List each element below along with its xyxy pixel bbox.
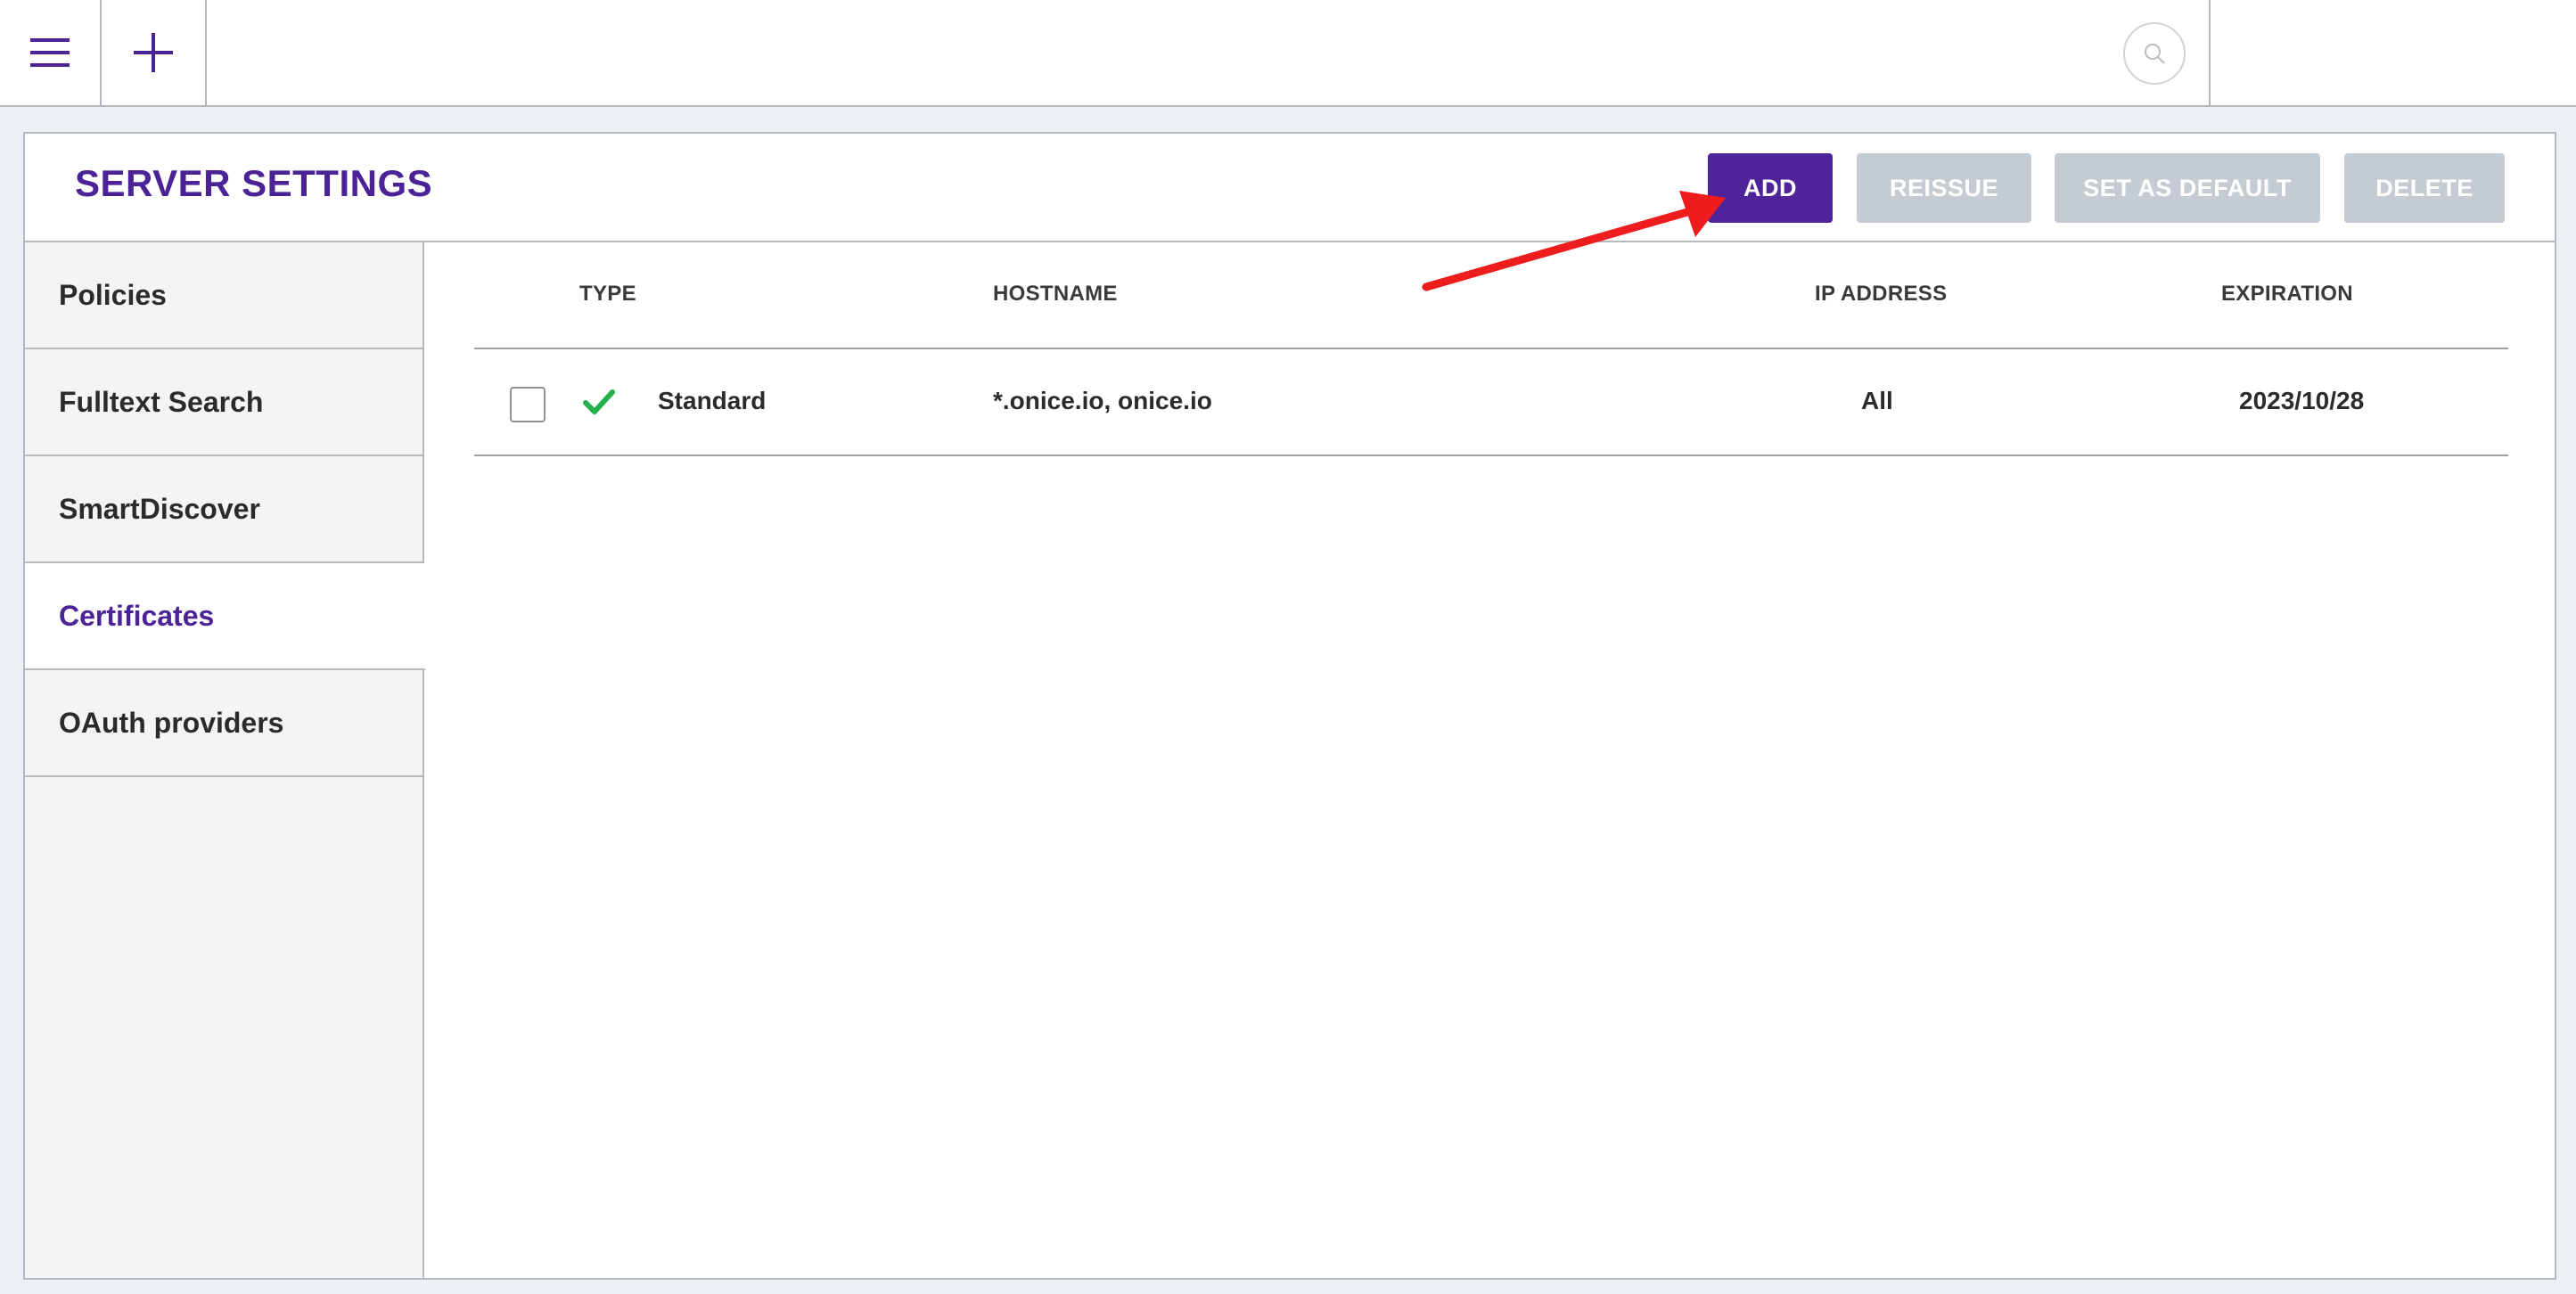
delete-button[interactable]: DELETE [2344,153,2505,223]
add-new-button[interactable] [102,0,207,105]
search-icon [2145,44,2165,64]
add-button[interactable]: ADD [1708,153,1833,223]
cell-type: Standard [658,387,767,414]
table-row[interactable]: Standard *.onice.io, onice.io All 2023/1… [474,349,2508,456]
reissue-button[interactable]: REISSUE [1857,153,2031,223]
set-as-default-button[interactable]: SET AS DEFAULT [2055,153,2320,223]
column-header-ip-address[interactable]: IP ADDRESS [1815,282,1947,307]
server-settings-panel: SERVER SETTINGS ADD REISSUE SET AS DEFAU… [23,132,2556,1280]
sidebar-item-smartdiscover[interactable]: SmartDiscover [25,456,424,563]
settings-sidebar: Policies Fulltext Search SmartDiscover C… [25,242,426,1278]
cell-hostname: *.onice.io, onice.io [993,387,1212,414]
sidebar-item-fulltext-search[interactable]: Fulltext Search [25,349,424,456]
page-title: SERVER SETTINGS [75,162,433,204]
menu-button[interactable] [0,0,102,105]
hamburger-menu-icon [30,38,70,67]
column-header-type[interactable]: TYPE [579,282,636,307]
search-button[interactable] [2123,22,2186,85]
row-checkbox[interactable] [510,387,546,422]
checkmark-icon [583,389,615,414]
plus-icon [134,33,173,72]
sidebar-item-policies[interactable]: Policies [25,242,424,349]
top-bar [0,0,2576,107]
sidebar-item-oauth-providers[interactable]: OAuth providers [25,670,424,777]
cell-ip-address: All [1861,387,1893,414]
column-header-hostname[interactable]: HOSTNAME [993,282,1118,307]
column-header-expiration[interactable]: EXPIRATION [2221,282,2353,307]
sidebar-item-certificates[interactable]: Certificates [25,563,426,670]
topbar-divider [2209,0,2211,105]
cell-expiration: 2023/10/28 [2239,387,2365,414]
panel-header: SERVER SETTINGS ADD REISSUE SET AS DEFAU… [25,134,2555,242]
